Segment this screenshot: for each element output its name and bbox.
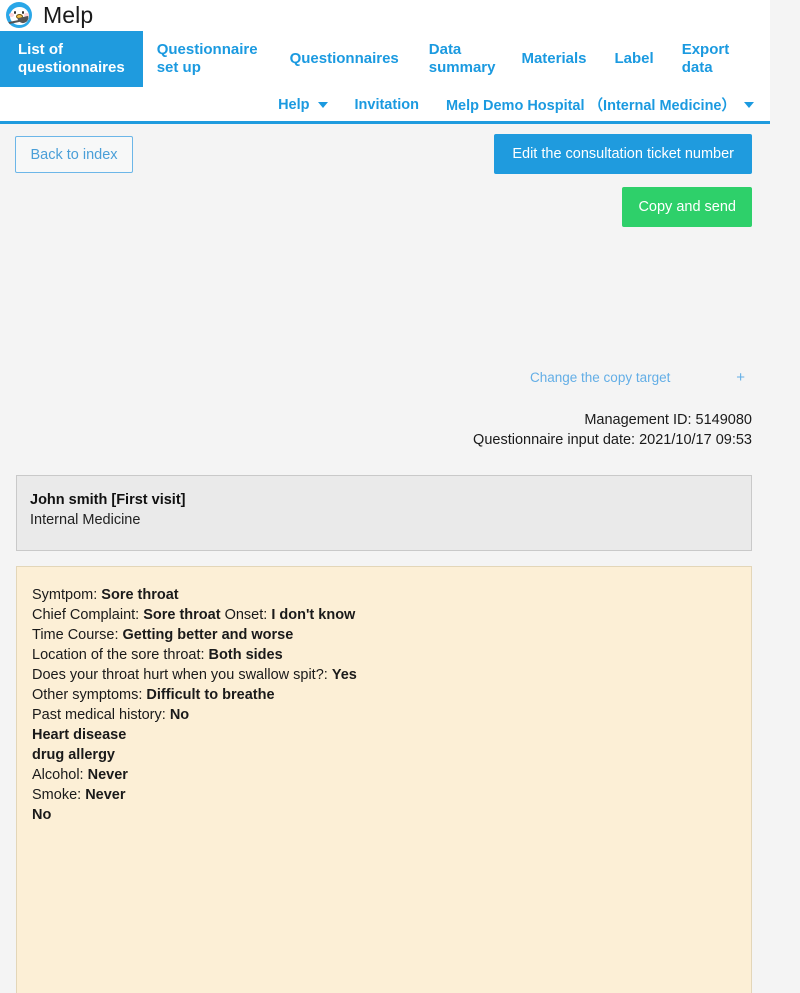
answer-label: Does your throat hurt when you swallow s… [32,667,332,683]
back-to-index-button[interactable]: Back to index [15,136,133,173]
plus-icon[interactable]: + [736,369,745,386]
answer-label: Other symptoms: [32,687,147,703]
answer-value: drug allergy [32,747,115,763]
app-title: Melp [43,1,94,28]
page-body: Back to index Edit the consultation tick… [0,124,800,993]
answer-line: Symtpom: Sore throat [32,585,751,605]
answer-value: Sore throat [143,607,221,623]
answer-label: Alcohol: [32,767,88,783]
patient-summary-box: John smith [First visit] Internal Medici… [16,475,752,551]
answer-label: Past medical history: [32,707,170,723]
brand-row: Melp [0,0,770,30]
answer-value: Getting better and worse [122,627,294,643]
answer-line: Past medical history: No [32,705,751,725]
answer-label: Chief Complaint: [32,607,144,623]
answer-line: Time Course: Getting better and worse [32,625,751,645]
answer-line: Does your throat hurt when you swallow s… [32,665,751,685]
answer-label: Smoke: [32,787,86,803]
secondary-navigation: Help Invitation Melp Demo Hospital （Inte… [0,88,770,121]
nav-item-questionnaire-set-up[interactable]: Questionnaire set up [157,30,258,88]
answer-line: Chief Complaint: Sore throat Onset: I do… [32,605,751,625]
patient-department: Internal Medicine [30,512,141,528]
answer-line: Other symptoms: Difficult to breathe [32,685,751,705]
answer-value: Both sides [208,647,283,663]
answer-label-secondary: Onset: [220,607,272,623]
patient-name: John smith [First visit] [30,492,186,508]
copy-and-send-button[interactable]: Copy and send [622,187,752,227]
nav-item-invitation[interactable]: Invitation [355,97,419,113]
nav-item-questionnaires[interactable]: Questionnaires [290,30,399,88]
nav-item-list-of-questionnaires[interactable]: List of questionnaires [0,31,143,87]
questionnaire-input-date: Questionnaire input date: 2021/10/17 09:… [473,432,752,448]
answer-value: Difficult to breathe [146,687,275,703]
answer-value: Never [87,767,128,783]
app-header: Melp List of questionnaires Questionnair… [0,0,770,124]
questionnaire-answers-box: Symtpom: Sore throat Chief Complaint: Sor… [16,566,752,993]
answer-line: No [32,805,751,825]
answer-value: Yes [331,667,357,683]
primary-navigation: List of questionnaires Questionnaire set… [0,30,770,88]
nav-item-materials[interactable]: Materials [521,30,586,88]
chevron-down-icon [744,101,754,108]
nav-item-export-data[interactable]: Export data [682,30,730,88]
nav-item-help[interactable]: Help [278,96,328,113]
answer-line: Alcohol: Never [32,765,751,785]
chevron-down-icon [317,101,328,108]
answer-line: drug allergy [32,745,751,765]
answer-value: No [169,707,190,723]
change-copy-target-link[interactable]: Change the copy target [530,370,670,385]
answer-line: Location of the sore throat: Both sides [32,645,751,665]
record-meta: Management ID: 5149080 Questionnaire inp… [0,410,760,450]
management-id: Management ID: 5149080 [584,412,752,428]
edit-consultation-ticket-number-button[interactable]: Edit the consultation ticket number [494,134,752,174]
answer-value: Heart disease [32,727,127,743]
change-copy-target-row: Change the copy target + [530,369,745,386]
answer-value: No [32,807,52,823]
facility-name-label: Melp Demo Hospital （Internal Medicine） [445,98,736,114]
answer-line: Smoke: Never [32,785,751,805]
facility-selector[interactable]: Melp Demo Hospital （Internal Medicine） [446,94,754,115]
answer-label: Time Course: [32,627,123,643]
nav-item-data-summary[interactable]: Data summary [429,30,496,88]
answers-list: Symtpom: Sore throat Chief Complaint: Sor… [32,585,751,825]
answer-value-secondary: I don't know [271,607,356,623]
melp-penguin-logo-icon [6,2,32,28]
answer-line: Heart disease [32,725,751,745]
answer-label: Symtpom: [32,587,102,603]
answer-label: Location of the sore throat: [32,647,209,663]
answer-value: Sore throat [101,587,179,603]
answer-value: Never [85,787,126,803]
action-toolbar: Back to index Edit the consultation tick… [0,124,800,232]
nav-item-label[interactable]: Label [615,30,654,88]
nav-item-help-label: Help [278,96,310,113]
